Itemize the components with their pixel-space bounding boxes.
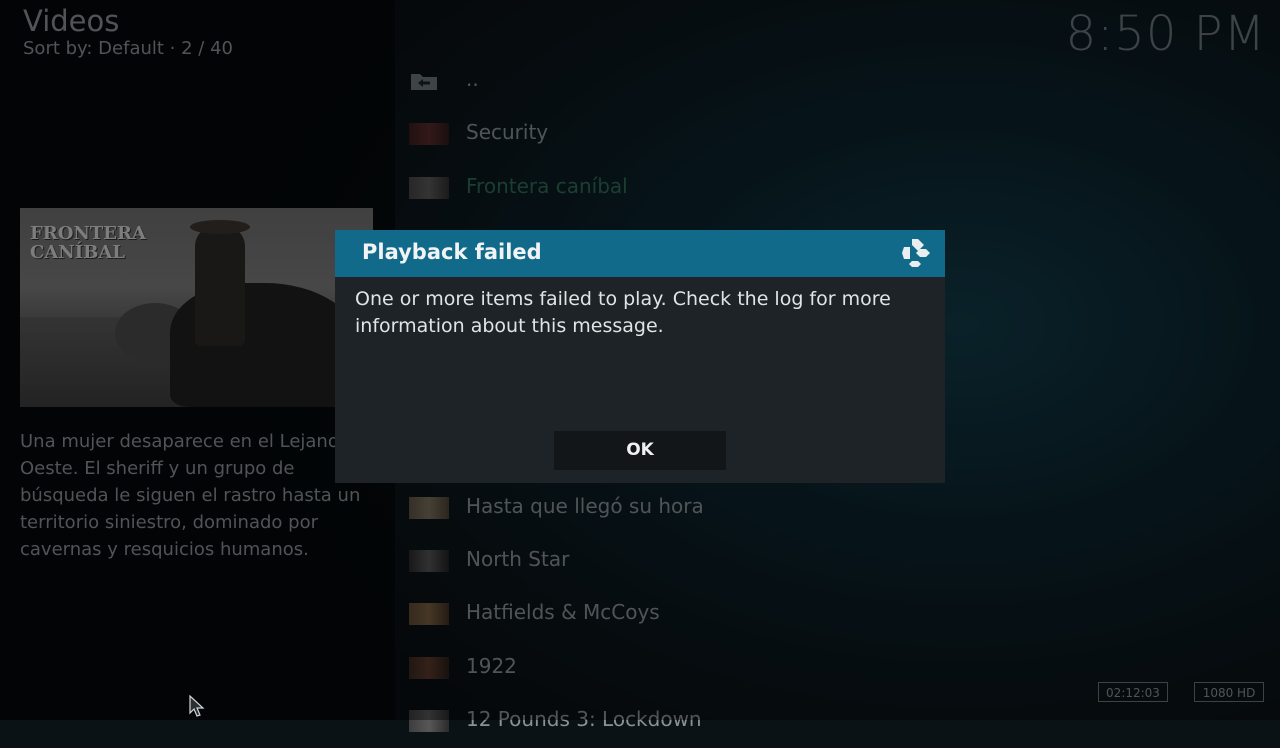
- mouse-pointer-icon: [189, 694, 205, 723]
- ok-button[interactable]: OK: [554, 431, 726, 470]
- kodi-logo-icon: [899, 236, 933, 274]
- dialog-title: Playback failed: [362, 240, 542, 264]
- playback-failed-dialog: Playback failed One or more items failed…: [335, 230, 945, 483]
- dialog-message: One or more items failed to play. Check …: [355, 288, 891, 337]
- dialog-header: Playback failed: [335, 230, 945, 277]
